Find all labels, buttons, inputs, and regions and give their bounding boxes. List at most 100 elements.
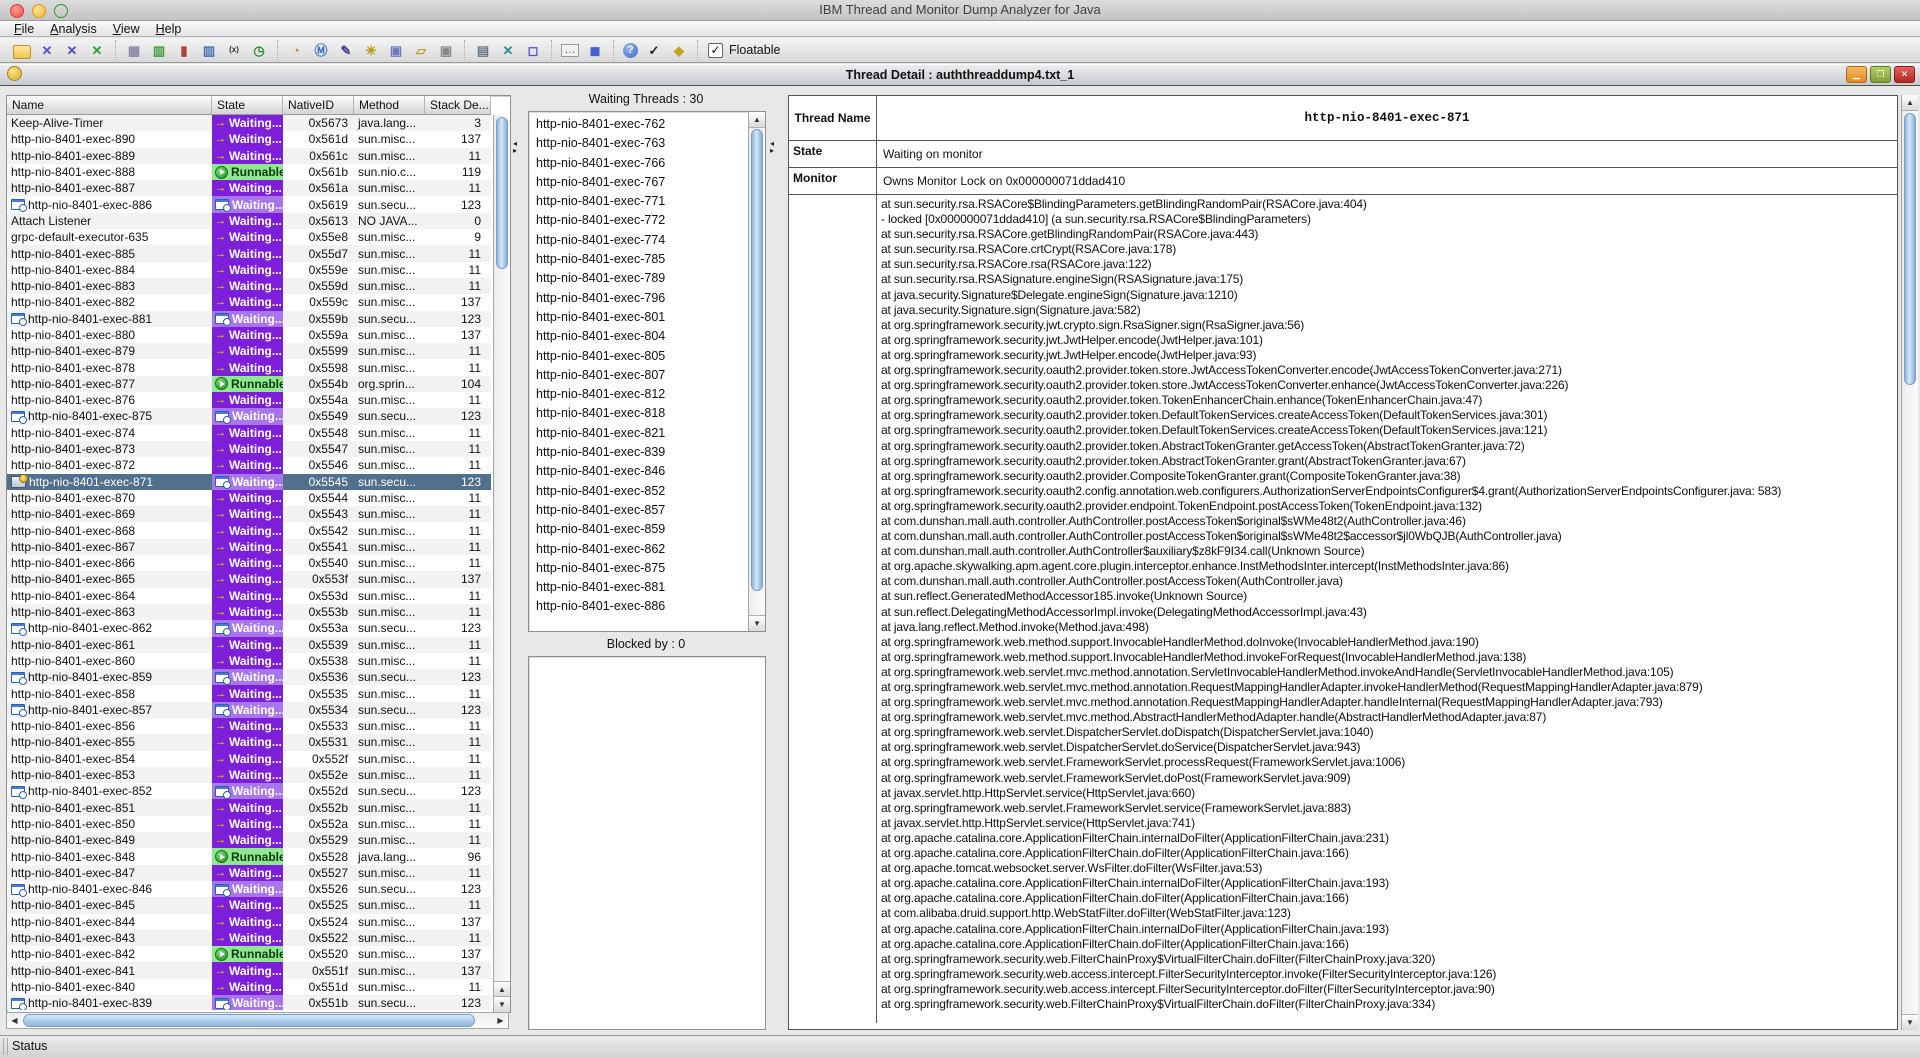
scroll-down-icon[interactable]: ▼ bbox=[494, 996, 510, 1012]
open-dump-icon[interactable] bbox=[13, 45, 31, 59]
table-row[interactable]: http-nio-8401-exec-849→Waiting...0x5529s… bbox=[7, 832, 491, 848]
table-row[interactable]: http-nio-8401-exec-873→Waiting...0x5547s… bbox=[7, 441, 491, 457]
floatable-checkbox-wrap[interactable]: ✓ Floatable bbox=[698, 43, 790, 58]
table-row[interactable]: http-nio-8401-exec-870→Waiting...0x5544s… bbox=[7, 490, 491, 506]
thread-table-header[interactable]: NameStateNativeIDMethodStack De... bbox=[7, 96, 491, 115]
memory-icon[interactable]: ▥ bbox=[150, 41, 168, 59]
table-row[interactable]: http-nio-8401-exec-852Waiting...0x552dsu… bbox=[7, 783, 491, 799]
waiting-thread-item[interactable]: http-nio-8401-exec-857 bbox=[529, 501, 748, 520]
cpu-icon[interactable]: ▦ bbox=[125, 41, 143, 59]
menu-view[interactable]: View bbox=[105, 22, 148, 36]
monitor-report-icon[interactable]: ▥ bbox=[200, 41, 218, 59]
table-row[interactable]: http-nio-8401-exec-881Waiting...0x559bsu… bbox=[7, 311, 491, 327]
table-row[interactable]: http-nio-8401-exec-853→Waiting...0x552es… bbox=[7, 767, 491, 783]
menu-file[interactable]: File bbox=[6, 22, 42, 36]
table-row[interactable]: http-nio-8401-exec-846Waiting...0x5526su… bbox=[7, 881, 491, 897]
compare-icon[interactable]: ✕ bbox=[499, 41, 517, 59]
table-row[interactable]: http-nio-8401-exec-839Waiting...0x551bsu… bbox=[7, 995, 491, 1010]
table-row[interactable]: http-nio-8401-exec-856→Waiting...0x5533s… bbox=[7, 718, 491, 734]
table-row[interactable]: http-nio-8401-exec-885→Waiting...0x55d7s… bbox=[7, 245, 491, 261]
check-icon[interactable]: ✓ bbox=[645, 41, 663, 59]
frame-titlebar[interactable]: Thread Detail : auththreaddump4.txt_1 bbox=[0, 64, 1920, 87]
table-row[interactable]: http-nio-8401-exec-872→Waiting...0x5546s… bbox=[7, 457, 491, 473]
waiting-thread-item[interactable]: http-nio-8401-exec-796 bbox=[529, 289, 748, 308]
expression-icon[interactable]: (x) bbox=[225, 41, 243, 59]
waiting-thread-item[interactable]: http-nio-8401-exec-881 bbox=[529, 578, 748, 597]
copy-icon[interactable]: ▣ bbox=[437, 41, 455, 59]
piechart-icon[interactable]: ◔ bbox=[287, 41, 305, 59]
scroll-left-icon[interactable]: ◀ bbox=[7, 1013, 22, 1028]
table-row[interactable]: http-nio-8401-exec-883→Waiting...0x559ds… bbox=[7, 278, 491, 294]
clock-icon[interactable]: ◷ bbox=[250, 41, 268, 59]
table-row[interactable]: http-nio-8401-exec-866→Waiting...0x5540s… bbox=[7, 555, 491, 571]
table-vertical-scrollbar[interactable]: ▲ ▼ bbox=[493, 115, 510, 1012]
table-vscroll-thumb[interactable] bbox=[496, 117, 508, 269]
scroll-down-icon[interactable]: ▼ bbox=[1902, 1014, 1918, 1030]
frame-restore-button[interactable]: ❐ bbox=[1870, 66, 1891, 83]
ellipsis-icon[interactable]: … bbox=[561, 44, 579, 57]
waiting-list-scrollbar[interactable]: ▲ ▼ bbox=[748, 112, 765, 631]
table-row[interactable]: http-nio-8401-exec-842Runnable0x5520sun.… bbox=[7, 946, 491, 962]
table-row[interactable]: http-nio-8401-exec-875Waiting...0x5549su… bbox=[7, 408, 491, 424]
table-row[interactable]: http-nio-8401-exec-876→Waiting...0x554as… bbox=[7, 392, 491, 408]
right-splitter-handle[interactable]: ◂▸ bbox=[770, 140, 780, 154]
table-row[interactable]: http-nio-8401-exec-884→Waiting...0x559es… bbox=[7, 262, 491, 278]
table-row[interactable]: http-nio-8401-exec-869→Waiting...0x5543s… bbox=[7, 506, 491, 522]
waiting-thread-item[interactable]: http-nio-8401-exec-821 bbox=[529, 424, 748, 443]
table-row[interactable]: http-nio-8401-exec-841→Waiting...0x551fs… bbox=[7, 962, 491, 978]
table-row[interactable]: http-nio-8401-exec-843→Waiting...0x5522s… bbox=[7, 930, 491, 946]
waiting-thread-item[interactable]: http-nio-8401-exec-771 bbox=[529, 192, 748, 211]
table-row[interactable]: http-nio-8401-exec-848Runnable0x5528java… bbox=[7, 848, 491, 864]
table-row[interactable]: http-nio-8401-exec-864→Waiting...0x553ds… bbox=[7, 588, 491, 604]
pen-icon[interactable]: ✎ bbox=[337, 41, 355, 59]
waiting-thread-item[interactable]: http-nio-8401-exec-789 bbox=[529, 269, 748, 288]
frame-minimize-button[interactable]: ▁ bbox=[1846, 66, 1867, 83]
waiting-thread-item[interactable]: http-nio-8401-exec-846 bbox=[529, 462, 748, 481]
table-row[interactable]: http-nio-8401-exec-867→Waiting...0x5541s… bbox=[7, 539, 491, 555]
table-row[interactable]: Keep-Alive-Timer→Waiting...0x5673java.la… bbox=[7, 115, 491, 131]
gear-icon[interactable]: ✳ bbox=[362, 41, 380, 59]
column-header-nativeid[interactable]: NativeID bbox=[283, 96, 354, 114]
waiting-thread-item[interactable]: http-nio-8401-exec-804 bbox=[529, 327, 748, 346]
waiting-thread-item[interactable]: http-nio-8401-exec-839 bbox=[529, 443, 748, 462]
table-row[interactable]: http-nio-8401-exec-860→Waiting...0x5538s… bbox=[7, 653, 491, 669]
column-header-name[interactable]: Name bbox=[7, 96, 212, 114]
close-thread-icon[interactable]: ✕ bbox=[38, 41, 56, 59]
checklist-icon[interactable]: ▤ bbox=[474, 41, 492, 59]
table-row[interactable]: http-nio-8401-exec-862Waiting...0x553asu… bbox=[7, 620, 491, 636]
table-row[interactable]: http-nio-8401-exec-890→Waiting...0x561ds… bbox=[7, 131, 491, 147]
waiting-thread-item[interactable]: http-nio-8401-exec-762 bbox=[529, 115, 748, 134]
scroll-up-icon[interactable]: ▲ bbox=[749, 112, 765, 128]
table-row[interactable]: http-nio-8401-exec-888Runnable0x561bsun.… bbox=[7, 164, 491, 180]
table-row[interactable]: http-nio-8401-exec-865→Waiting...0x553fs… bbox=[7, 571, 491, 587]
waiting-thread-item[interactable]: http-nio-8401-exec-818 bbox=[529, 404, 748, 423]
waiting-thread-item[interactable]: http-nio-8401-exec-772 bbox=[529, 211, 748, 230]
table-row[interactable]: http-nio-8401-exec-840→Waiting...0x551ds… bbox=[7, 979, 491, 995]
table-row[interactable]: http-nio-8401-exec-874→Waiting...0x5548s… bbox=[7, 425, 491, 441]
waiting-thread-item[interactable]: http-nio-8401-exec-862 bbox=[529, 540, 748, 559]
close-all-icon[interactable]: ✕ bbox=[63, 41, 81, 59]
waiting-thread-item[interactable]: http-nio-8401-exec-805 bbox=[529, 347, 748, 366]
table-row[interactable]: http-nio-8401-exec-861→Waiting...0x5539s… bbox=[7, 637, 491, 653]
table-horizontal-scrollbar[interactable]: ◀ ▶ bbox=[6, 1012, 509, 1029]
table-row[interactable]: http-nio-8401-exec-847→Waiting...0x5527s… bbox=[7, 865, 491, 881]
settings-badge-icon[interactable]: ◆ bbox=[670, 41, 688, 59]
waiting-thread-item[interactable]: http-nio-8401-exec-859 bbox=[529, 520, 748, 539]
table-row[interactable]: http-nio-8401-exec-844→Waiting...0x5524s… bbox=[7, 914, 491, 930]
waiting-thread-item[interactable]: http-nio-8401-exec-807 bbox=[529, 366, 748, 385]
left-splitter-handle[interactable]: ◂▸ bbox=[513, 140, 523, 154]
column-header-stack-de-[interactable]: Stack De... bbox=[425, 96, 491, 114]
scroll-up-icon[interactable]: ▲ bbox=[1902, 95, 1918, 111]
attach-icon[interactable]: ▱ bbox=[412, 41, 430, 59]
menu-analysis[interactable]: Analysis bbox=[42, 22, 105, 36]
column-header-state[interactable]: State bbox=[212, 96, 283, 114]
table-row[interactable]: http-nio-8401-exec-850→Waiting...0x552as… bbox=[7, 816, 491, 832]
table-row[interactable]: http-nio-8401-exec-886Waiting...0x5619su… bbox=[7, 196, 491, 212]
table-row[interactable]: http-nio-8401-exec-845→Waiting...0x5525s… bbox=[7, 897, 491, 913]
monitor-m-icon[interactable]: Ⓜ bbox=[312, 41, 330, 59]
table-row[interactable]: http-nio-8401-exec-859Waiting...0x5536su… bbox=[7, 669, 491, 685]
waiting-scroll-thumb[interactable] bbox=[751, 129, 763, 591]
waiting-thread-item[interactable]: http-nio-8401-exec-812 bbox=[529, 385, 748, 404]
column-header-method[interactable]: Method bbox=[354, 96, 425, 114]
table-row[interactable]: grpc-default-executor-635→Waiting...0x55… bbox=[7, 229, 491, 245]
